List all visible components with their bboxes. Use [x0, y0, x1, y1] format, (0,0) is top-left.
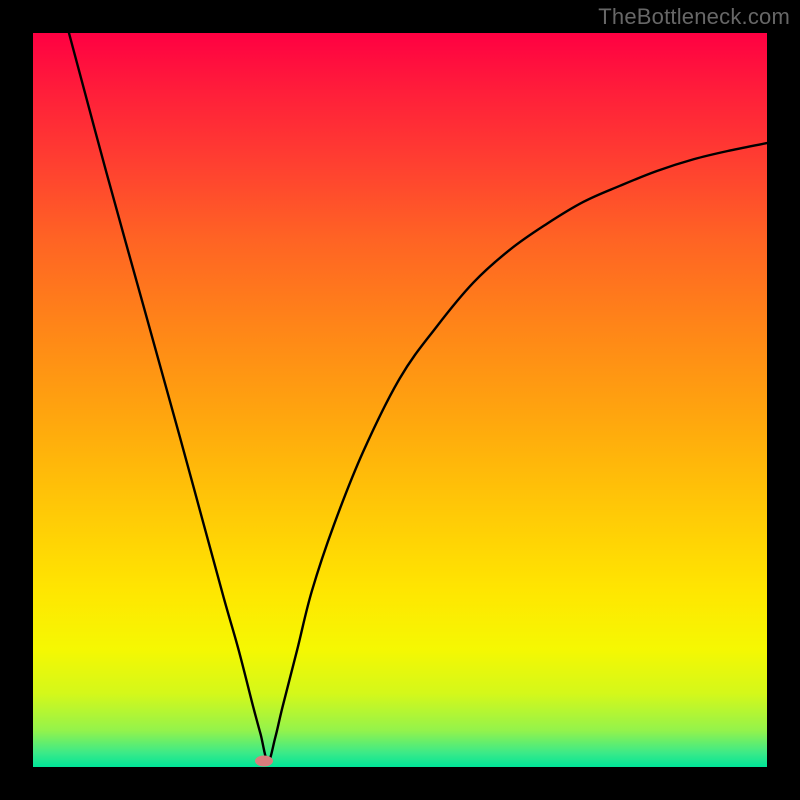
watermark-text: TheBottleneck.com: [598, 4, 790, 30]
optimum-marker: [255, 756, 273, 767]
chart-outer-frame: TheBottleneck.com: [0, 0, 800, 800]
plot-area: [33, 33, 767, 767]
bottleneck-curve: [69, 33, 767, 761]
curve-svg: [33, 33, 767, 767]
